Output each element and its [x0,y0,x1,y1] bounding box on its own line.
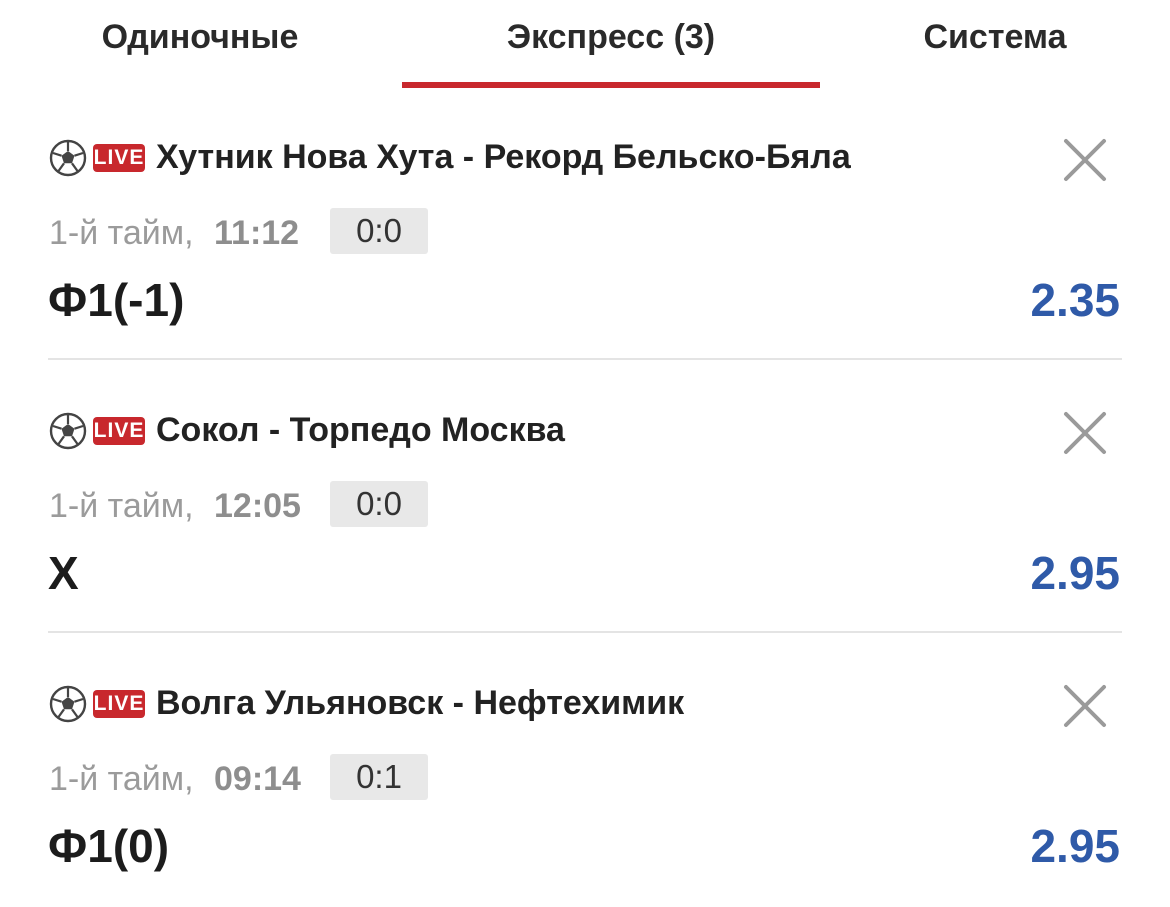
live-badge: LIVE [93,144,145,172]
bet-odds: 2.35 [1030,274,1120,326]
bet-odds: 2.95 [1030,547,1120,599]
match-title: Хутник Нова Хута - Рекорд Бельско-Бяла [156,138,851,176]
divider [48,631,1122,633]
remove-bet-close-icon[interactable] [1058,679,1112,733]
remove-bet-close-icon[interactable] [1058,133,1112,187]
soccer-ball-icon [49,412,87,450]
tab-system[interactable]: Система [820,0,1170,88]
tab-express[interactable]: Экспресс (3) [402,0,820,88]
match-title: Волга Ульяновск - Нефтехимик [156,684,685,722]
period-label: 1-й тайм, [49,214,194,252]
score-badge: 0:1 [330,754,428,800]
period-label: 1-й тайм, [49,760,194,798]
bet-outcome: X [48,547,79,599]
divider [48,358,1122,360]
tab-singles[interactable]: Одиночные [0,0,400,88]
bet-outcome: Ф1(-1) [48,274,185,326]
live-badge: LIVE [93,690,145,718]
bet-item: LIVE Сокол - Торпедо Москва 1-й тайм, 12… [0,361,1170,634]
period-label: 1-й тайм, [49,487,194,525]
bet-item: LIVE Хутник Нова Хута - Рекорд Бельско-Б… [0,88,1170,361]
bet-outcome: Ф1(0) [48,820,170,872]
live-badge: LIVE [93,417,145,445]
bet-type-tabs: Одиночные Экспресс (3) Система [0,0,1170,88]
match-time: 09:14 [214,760,301,798]
score-badge: 0:0 [330,208,428,254]
bet-odds: 2.95 [1030,820,1120,872]
match-time: 12:05 [214,487,301,525]
soccer-ball-icon [49,685,87,723]
match-time: 11:12 [214,214,300,252]
soccer-ball-icon [49,139,87,177]
bet-item: LIVE Волга Ульяновск - Нефтехимик 1-й та… [0,634,1170,907]
remove-bet-close-icon[interactable] [1058,406,1112,460]
match-title: Сокол - Торпедо Москва [156,411,565,449]
score-badge: 0:0 [330,481,428,527]
